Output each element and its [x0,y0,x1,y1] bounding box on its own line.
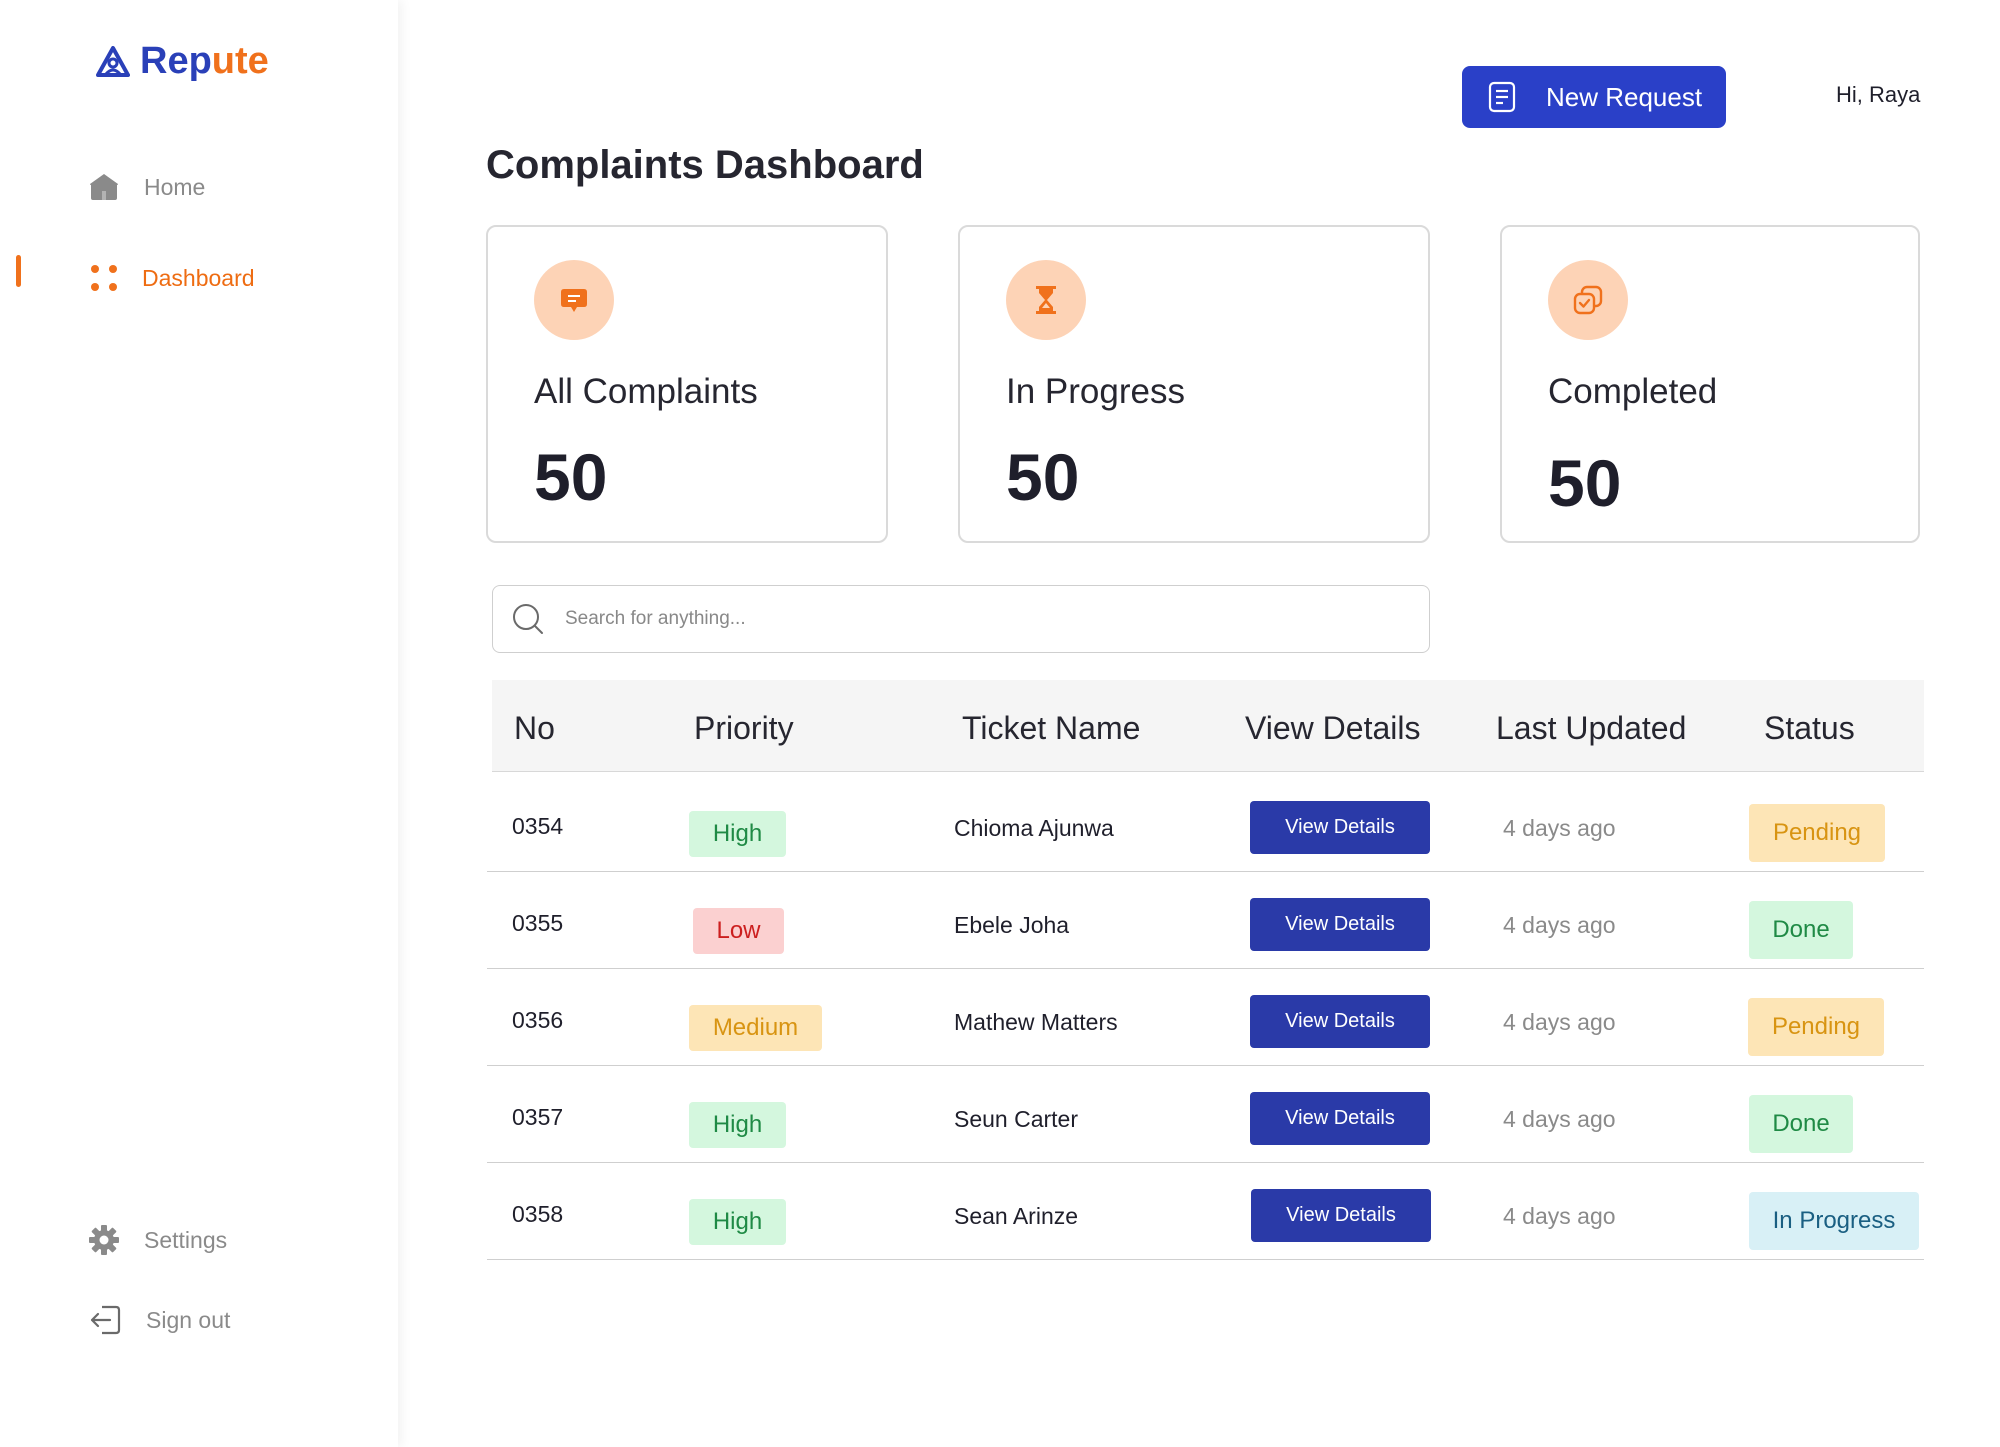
sidebar: Repute Home Dashboard Settings Sign out [0,0,398,1447]
ticket-number: 0357 [512,1104,564,1130]
stat-value: 50 [534,440,608,514]
sidebar-item-sign-out[interactable]: Sign out [88,1304,230,1336]
stat-value: 50 [1548,446,1622,520]
ticket-number: 0356 [512,1007,564,1033]
status-badge: Pending [1748,998,1884,1056]
table-row: 0355 Low Ebele Joha View Details 4 days … [487,872,1924,969]
sidebar-item-label: Dashboard [142,264,255,291]
stat-label: All Complaints [534,372,758,411]
column-header-status: Status [1764,710,1855,746]
last-updated: 4 days ago [1503,1106,1616,1132]
column-header-view-details: View Details [1245,710,1421,746]
stat-card-all-complaints[interactable]: All Complaints 50 [486,225,888,543]
ticket-number: 0358 [512,1201,564,1227]
search-icon [513,604,543,634]
priority-badge: Medium [689,1005,822,1051]
view-details-button[interactable]: View Details [1251,1189,1431,1242]
priority-badge: High [689,1102,786,1148]
status-badge: Pending [1749,804,1885,862]
sidebar-item-dashboard[interactable]: Dashboard [90,264,255,292]
column-header-ticket-name: Ticket Name [962,710,1141,746]
hourglass-icon [1006,260,1086,340]
stat-card-in-progress[interactable]: In Progress 50 [958,225,1430,543]
dashboard-icon [91,265,117,291]
ticket-name: Mathew Matters [954,1009,1118,1035]
logo-icon [96,45,130,77]
priority-badge: High [689,811,786,857]
logo-text-part2: ute [211,40,269,82]
stat-label: Completed [1548,372,1718,411]
status-badge: Done [1749,901,1853,959]
app-logo[interactable]: Repute [96,40,269,83]
new-request-button[interactable]: New Request [1462,66,1726,128]
page-title: Complaints Dashboard [486,143,924,187]
sidebar-item-label: Settings [144,1226,228,1253]
priority-badge: High [689,1199,786,1245]
view-details-button[interactable]: View Details [1250,1092,1430,1145]
table-row: 0356 Medium Mathew Matters View Details … [487,969,1924,1066]
priority-badge: Low [693,908,784,954]
sidebar-item-label: Home [144,173,206,200]
view-details-button[interactable]: View Details [1250,995,1430,1048]
logo-text-part1: Rep [140,40,212,82]
ticket-number: 0355 [512,910,564,936]
last-updated: 4 days ago [1503,912,1616,938]
last-updated: 4 days ago [1503,1203,1616,1229]
ticket-name: Seun Carter [954,1106,1079,1132]
last-updated: 4 days ago [1503,815,1616,841]
new-request-label: New Request [1546,81,1703,112]
ticket-name: Chioma Ajunwa [954,815,1114,841]
sidebar-item-home[interactable]: Home [88,172,205,202]
document-icon [1488,81,1516,113]
active-nav-indicator [16,255,21,287]
stat-value: 50 [1006,440,1080,514]
table-header: No Priority Ticket Name View Details Las… [492,680,1924,772]
view-details-button[interactable]: View Details [1250,898,1430,951]
status-badge: In Progress [1749,1192,1919,1250]
ticket-name: Sean Arinze [954,1203,1079,1229]
sign-out-icon [90,1305,121,1335]
table-row: 0354 High Chioma Ajunwa View Details 4 d… [487,775,1924,872]
gear-icon [89,1225,119,1255]
user-greeting: Hi, Raya [1836,82,1921,107]
table-row: 0358 High Sean Arinze View Details 4 day… [487,1163,1924,1260]
stat-label: In Progress [1006,372,1185,411]
search-input[interactable] [565,608,1365,630]
chat-icon [534,260,614,340]
table-row: 0357 High Seun Carter View Details 4 day… [487,1066,1924,1163]
search-bar[interactable] [492,585,1430,653]
column-header-last-updated: Last Updated [1496,710,1687,746]
ticket-name: Ebele Joha [954,912,1070,938]
sidebar-item-label: Sign out [146,1306,231,1333]
last-updated: 4 days ago [1503,1009,1616,1035]
completed-icon [1548,260,1628,340]
column-header-priority: Priority [694,710,794,746]
ticket-number: 0354 [512,813,564,839]
view-details-button[interactable]: View Details [1250,801,1430,854]
stat-card-completed[interactable]: Completed 50 [1500,225,1920,543]
sidebar-item-settings[interactable]: Settings [88,1224,227,1256]
column-header-no: No [514,710,555,746]
status-badge: Done [1749,1095,1853,1153]
home-icon [90,174,118,200]
